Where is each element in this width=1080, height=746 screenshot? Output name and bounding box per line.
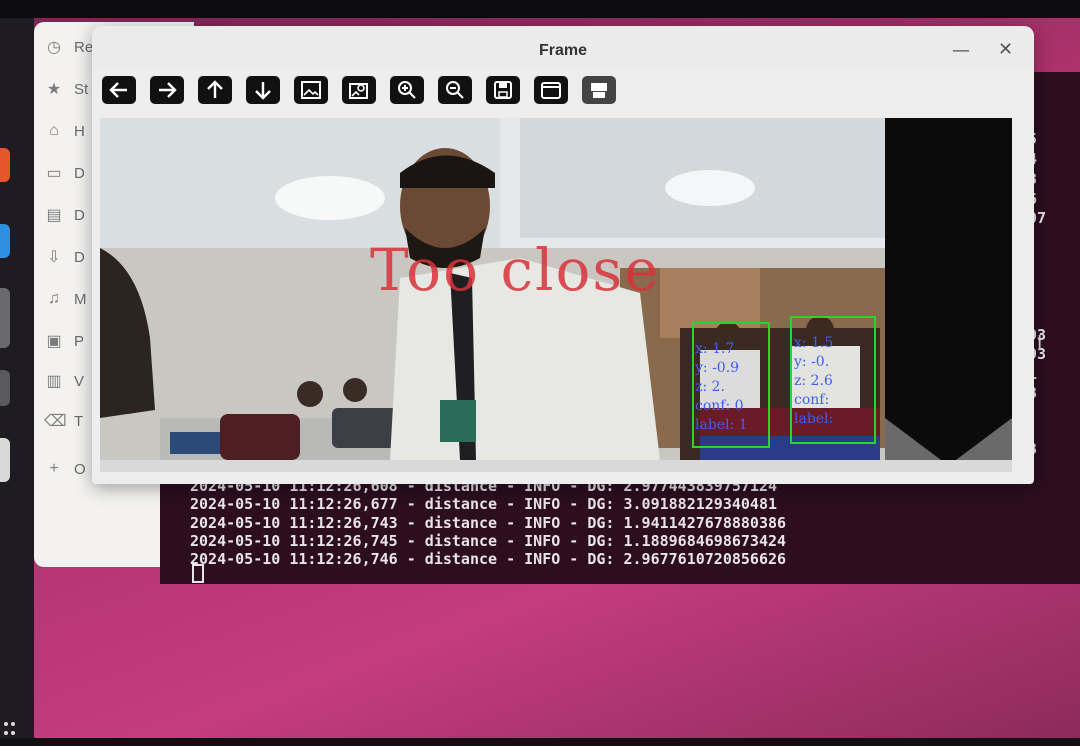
pan-down-button[interactable] [246, 76, 280, 104]
sidebar-item[interactable]: ▥ V [44, 368, 84, 394]
sidebar-item[interactable]: ⌫ T [44, 408, 83, 434]
home-icon: ⌂ [49, 122, 59, 139]
download-icon: ⇩ [47, 249, 61, 266]
terminal-line: 2024-05-10 11:12:26,743 - distance - INF… [190, 513, 787, 532]
clock-icon: ◷ [47, 39, 61, 56]
terminal-line: 2024-05-10 11:12:26,677 - distance - INF… [190, 495, 777, 514]
screen-bezel-top [0, 0, 1080, 18]
arrow-left-icon [109, 82, 127, 98]
floppy-icon [494, 81, 512, 99]
sidebar-item-label: O [74, 460, 86, 478]
sidebar-item-label: M [74, 290, 87, 308]
sidebar-item[interactable]: ⇩ D [44, 244, 85, 270]
star-icon: ★ [46, 81, 62, 98]
printer-icon [591, 83, 607, 98]
zoom-fit-button[interactable] [294, 76, 328, 104]
zoom-out-icon [446, 81, 464, 99]
zoom-in-button[interactable] [390, 76, 424, 104]
image-icon [301, 81, 321, 99]
window-title: Frame [538, 42, 588, 59]
document-icon: ▤ [46, 207, 62, 224]
detection-label: x: 1.7 y: -0.9 z: 2. conf: 0 label: 1 [695, 341, 748, 433]
dock [0, 18, 34, 744]
dock-app-blue[interactable] [0, 224, 10, 258]
close-button[interactable]: ✕ [998, 39, 1013, 60]
frame-window: Frame — ✕ Too close x: 1.7 y: -0.9 z: 2.… [92, 26, 1034, 484]
zoom-original-button[interactable] [342, 76, 376, 104]
arrow-right-icon [159, 82, 177, 98]
dock-app-files[interactable] [0, 288, 10, 348]
frame-statusbar [100, 460, 1012, 472]
terminal-cursor [192, 564, 204, 583]
sidebar-item-label: H [74, 122, 85, 140]
sidebar-item-label: D [74, 164, 85, 182]
titlebar[interactable]: Frame — ✕ [92, 26, 1034, 66]
folder-icon: ▭ [46, 165, 62, 182]
sidebar-item[interactable]: ⌂ H [44, 118, 85, 144]
sidebar-item[interactable]: ◷ Re [44, 34, 93, 60]
sidebar-item[interactable]: ▣ P [44, 328, 84, 354]
terminal-line: 2024-05-10 11:12:26,746 - distance - INF… [190, 550, 787, 569]
toolbar [102, 76, 616, 106]
zoom-in-icon [398, 81, 416, 99]
video-icon: ▥ [46, 373, 62, 390]
sidebar-item-label: Re [74, 38, 94, 56]
sidebar-item-label: V [74, 372, 85, 390]
sidebar-item[interactable]: ▭ D [44, 160, 85, 186]
minimize-button[interactable]: — [952, 40, 970, 61]
sidebar-item-label: D [74, 248, 85, 266]
sidebar-item[interactable]: + O [44, 456, 86, 482]
copy-button[interactable] [582, 76, 616, 104]
arrow-up-icon [207, 80, 223, 98]
sidebar-item-label: T [74, 412, 84, 430]
arrow-down-icon [255, 82, 271, 100]
dark-panel [885, 118, 1012, 460]
properties-button[interactable] [534, 76, 568, 104]
camera-view: Too close x: 1.7 y: -0.9 z: 2. conf: 0 l… [100, 118, 1012, 460]
dock-app-gray[interactable] [0, 370, 10, 406]
terminal-log: 2024-05-10 11:12:26,608 - distance - INF… [190, 477, 786, 568]
sidebar-item-label: D [74, 206, 85, 224]
pan-up-button[interactable] [198, 76, 232, 104]
picture-icon: ▣ [46, 333, 62, 350]
screen-bezel-bottom [0, 738, 1080, 746]
dock-app-orange[interactable] [0, 148, 10, 182]
save-button[interactable] [486, 76, 520, 104]
dock-app-white[interactable] [0, 438, 10, 482]
zoom-out-button[interactable] [438, 76, 472, 104]
warning-overlay-text: Too close [370, 236, 661, 304]
detection-label: x: 1.5 y: -0. z: 2.6 conf: label: [794, 335, 834, 427]
triangle-shape [885, 418, 1012, 460]
pan-right-button[interactable] [150, 76, 184, 104]
sidebar-item-label: P [74, 332, 85, 350]
pan-left-button[interactable] [102, 76, 136, 104]
sidebar-item[interactable]: ♫ M [44, 286, 87, 312]
sidebar-item[interactable]: ★ St [44, 76, 88, 102]
image-search-icon [349, 83, 368, 99]
sidebar-item-label: St [74, 80, 89, 98]
plus-icon: + [49, 460, 59, 477]
trash-icon: ⌫ [44, 413, 67, 430]
window-icon [541, 82, 561, 99]
terminal-line: 2024-05-10 11:12:26,745 - distance - INF… [190, 531, 787, 550]
sidebar-item[interactable]: ▤ D [44, 202, 85, 228]
music-icon: ♫ [48, 290, 60, 307]
